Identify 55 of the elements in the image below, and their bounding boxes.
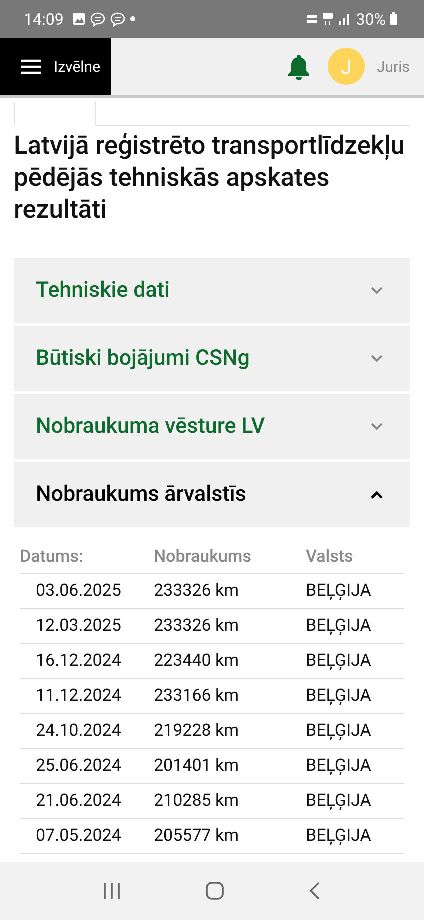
table-cell: 16.12.2024 — [20, 644, 154, 678]
table-cell: 03.06.2025 — [20, 574, 154, 608]
table-cell: 25.06.2024 — [20, 748, 154, 784]
chat-icon — [110, 12, 126, 26]
home-icon — [204, 881, 225, 901]
accordion-header[interactable]: Nobraukums ārvalstīs — [14, 462, 410, 527]
section-title: Būtiski bojājumi CSNg — [36, 346, 250, 371]
table-cell: 219228 km — [154, 714, 306, 748]
table-cell: BEĻĢIJA — [306, 784, 404, 818]
section-title: Nobraukums ārvalstīs — [36, 482, 246, 507]
table-cell: 07.05.2024 — [20, 818, 154, 854]
dot-icon — [130, 16, 136, 22]
table-cell: BEĻĢIJA — [306, 608, 404, 644]
table-cell: BEĻĢIJA — [306, 678, 404, 714]
table-cell: 201401 km — [154, 748, 306, 784]
table-cell: BEĻĢIJA — [306, 644, 404, 678]
chevron-down-icon — [370, 422, 384, 432]
table-cell: 210285 km — [154, 784, 306, 818]
chevron-down-icon — [370, 286, 384, 296]
accordion-header[interactable]: Būtiski bojājumi CSNg — [14, 326, 410, 391]
table-cell: 223440 km — [154, 644, 306, 678]
accordion-header[interactable]: Tehniskie dati — [14, 258, 410, 323]
accordion-header[interactable]: Nobraukuma vēsture LV — [14, 394, 410, 459]
table-cell: BEĻĢIJA — [306, 714, 404, 748]
table-cell: BEĻĢIJA — [306, 574, 404, 608]
column-header: Datums: — [20, 543, 154, 574]
back-icon — [308, 881, 322, 901]
table-cell: BEĻĢIJA — [306, 818, 404, 854]
table-cell: BEĻĢIJA — [306, 748, 404, 784]
table-cell: 11.12.2024 — [20, 678, 154, 714]
table-cell: 24.10.2024 — [20, 714, 154, 748]
image-icon — [72, 12, 86, 26]
table-cell: 233326 km — [154, 608, 306, 644]
page-title: Latvijā reģistrēto transportlīdzekļu pēdējās tehniskās apskates rezultāti — [14, 130, 406, 226]
column-header: Nobraukums — [154, 543, 306, 574]
user-name[interactable]: Juris — [376, 58, 410, 76]
bell-icon — [286, 52, 312, 80]
menu-button[interactable]: Izvēlne — [0, 38, 111, 95]
chevron-up-icon — [370, 490, 384, 500]
chevron-down-icon — [370, 354, 384, 364]
battery-percent: 30% — [356, 10, 386, 28]
column-header: Valsts — [306, 543, 404, 574]
table-cell: 12.03.2025 — [20, 608, 154, 644]
battery-icon — [390, 12, 398, 26]
menu-icon — [20, 58, 42, 74]
signal-icon — [338, 13, 350, 25]
table-cell: 233166 km — [154, 678, 306, 714]
section-title: Tehniskie dati — [36, 278, 170, 303]
status-time: 14:09 — [24, 10, 64, 28]
chat-icon — [90, 12, 106, 26]
table-cell: 233326 km — [154, 574, 306, 608]
recent-apps-icon — [102, 882, 122, 900]
table-cell: 21.06.2024 — [20, 784, 154, 818]
table-cell: 205577 km — [154, 818, 306, 854]
section-title: Nobraukuma vēsture LV — [36, 414, 266, 439]
